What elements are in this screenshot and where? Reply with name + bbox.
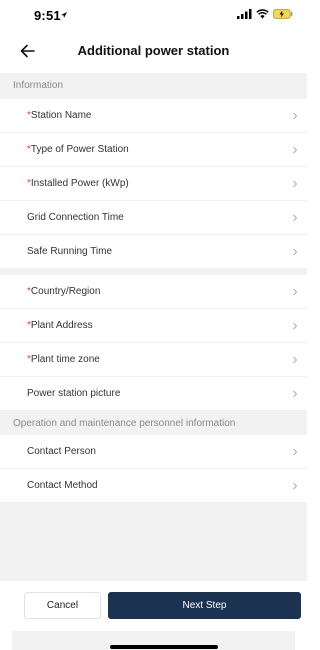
cellular-signal-icon [237,9,252,19]
row-type-of-power-station[interactable]: *Type of Power Station [0,133,307,167]
row-power-station-picture[interactable]: Power station picture [0,377,307,411]
row-label-contact-person: Contact Person [27,446,96,457]
row-label-grid-connection-time: Grid Connection Time [27,212,124,223]
row-plant-time-zone[interactable]: *Plant time zone [0,343,307,377]
battery-charging-icon [273,9,293,19]
row-label-power-station-picture: Power station picture [27,388,121,399]
row-grid-connection-time[interactable]: Grid Connection Time [0,201,307,235]
row-label-type-of-power-station: Type of Power Station [30,144,129,155]
chevron-right-icon [293,214,298,222]
row-label-plant-address: Plant Address [30,320,93,331]
status-indicators [237,9,293,19]
section-header-personnel: Operation and maintenance personnel info… [0,411,307,437]
footer-actions: Cancel Next Step [0,581,307,650]
chevron-right-icon [293,482,298,490]
chevron-right-icon [293,248,298,256]
chevron-right-icon [293,322,298,330]
row-label-safe-running-time: Safe Running Time [27,246,113,257]
row-station-name[interactable]: *Station Name [0,99,307,133]
row-plant-address[interactable]: *Plant Address [0,309,307,343]
screen: 9:51 Additional power station Informatio… [0,0,307,650]
row-country-region[interactable]: *Country/Region [0,275,307,309]
chevron-right-icon [293,112,298,120]
section-header-information: Information [0,73,307,99]
chevron-right-icon [293,356,298,364]
chevron-right-icon [293,448,298,456]
row-contact-method[interactable]: Contact Method [0,469,307,503]
chevron-right-icon [293,288,298,296]
row-safe-running-time[interactable]: Safe Running Time [0,235,307,269]
row-label-country-region: Country/Region [30,286,101,297]
row-label-installed-power: Installed Power (kWp) [30,178,129,189]
cancel-button[interactable]: Cancel [24,592,101,619]
row-label-station-name: Station Name [30,110,92,121]
status-bar: 9:51 [0,0,307,30]
row-label-plant-time-zone: Plant time zone [30,354,100,365]
next-step-button[interactable]: Next Step [108,592,301,619]
row-installed-power[interactable]: *Installed Power (kWp) [0,167,307,201]
location-arrow-icon [61,12,67,18]
page-title: Additional power station [77,43,230,58]
wifi-icon [256,9,269,19]
row-contact-person[interactable]: Contact Person [0,435,307,469]
home-indicator[interactable] [110,645,218,649]
status-time: 9:51 [34,8,61,23]
navigation-header: Additional power station [0,30,307,72]
chevron-right-icon [293,180,298,188]
empty-area [0,503,307,581]
row-label-contact-method: Contact Method [27,480,98,491]
chevron-right-icon [293,146,298,154]
chevron-right-icon [293,390,298,398]
